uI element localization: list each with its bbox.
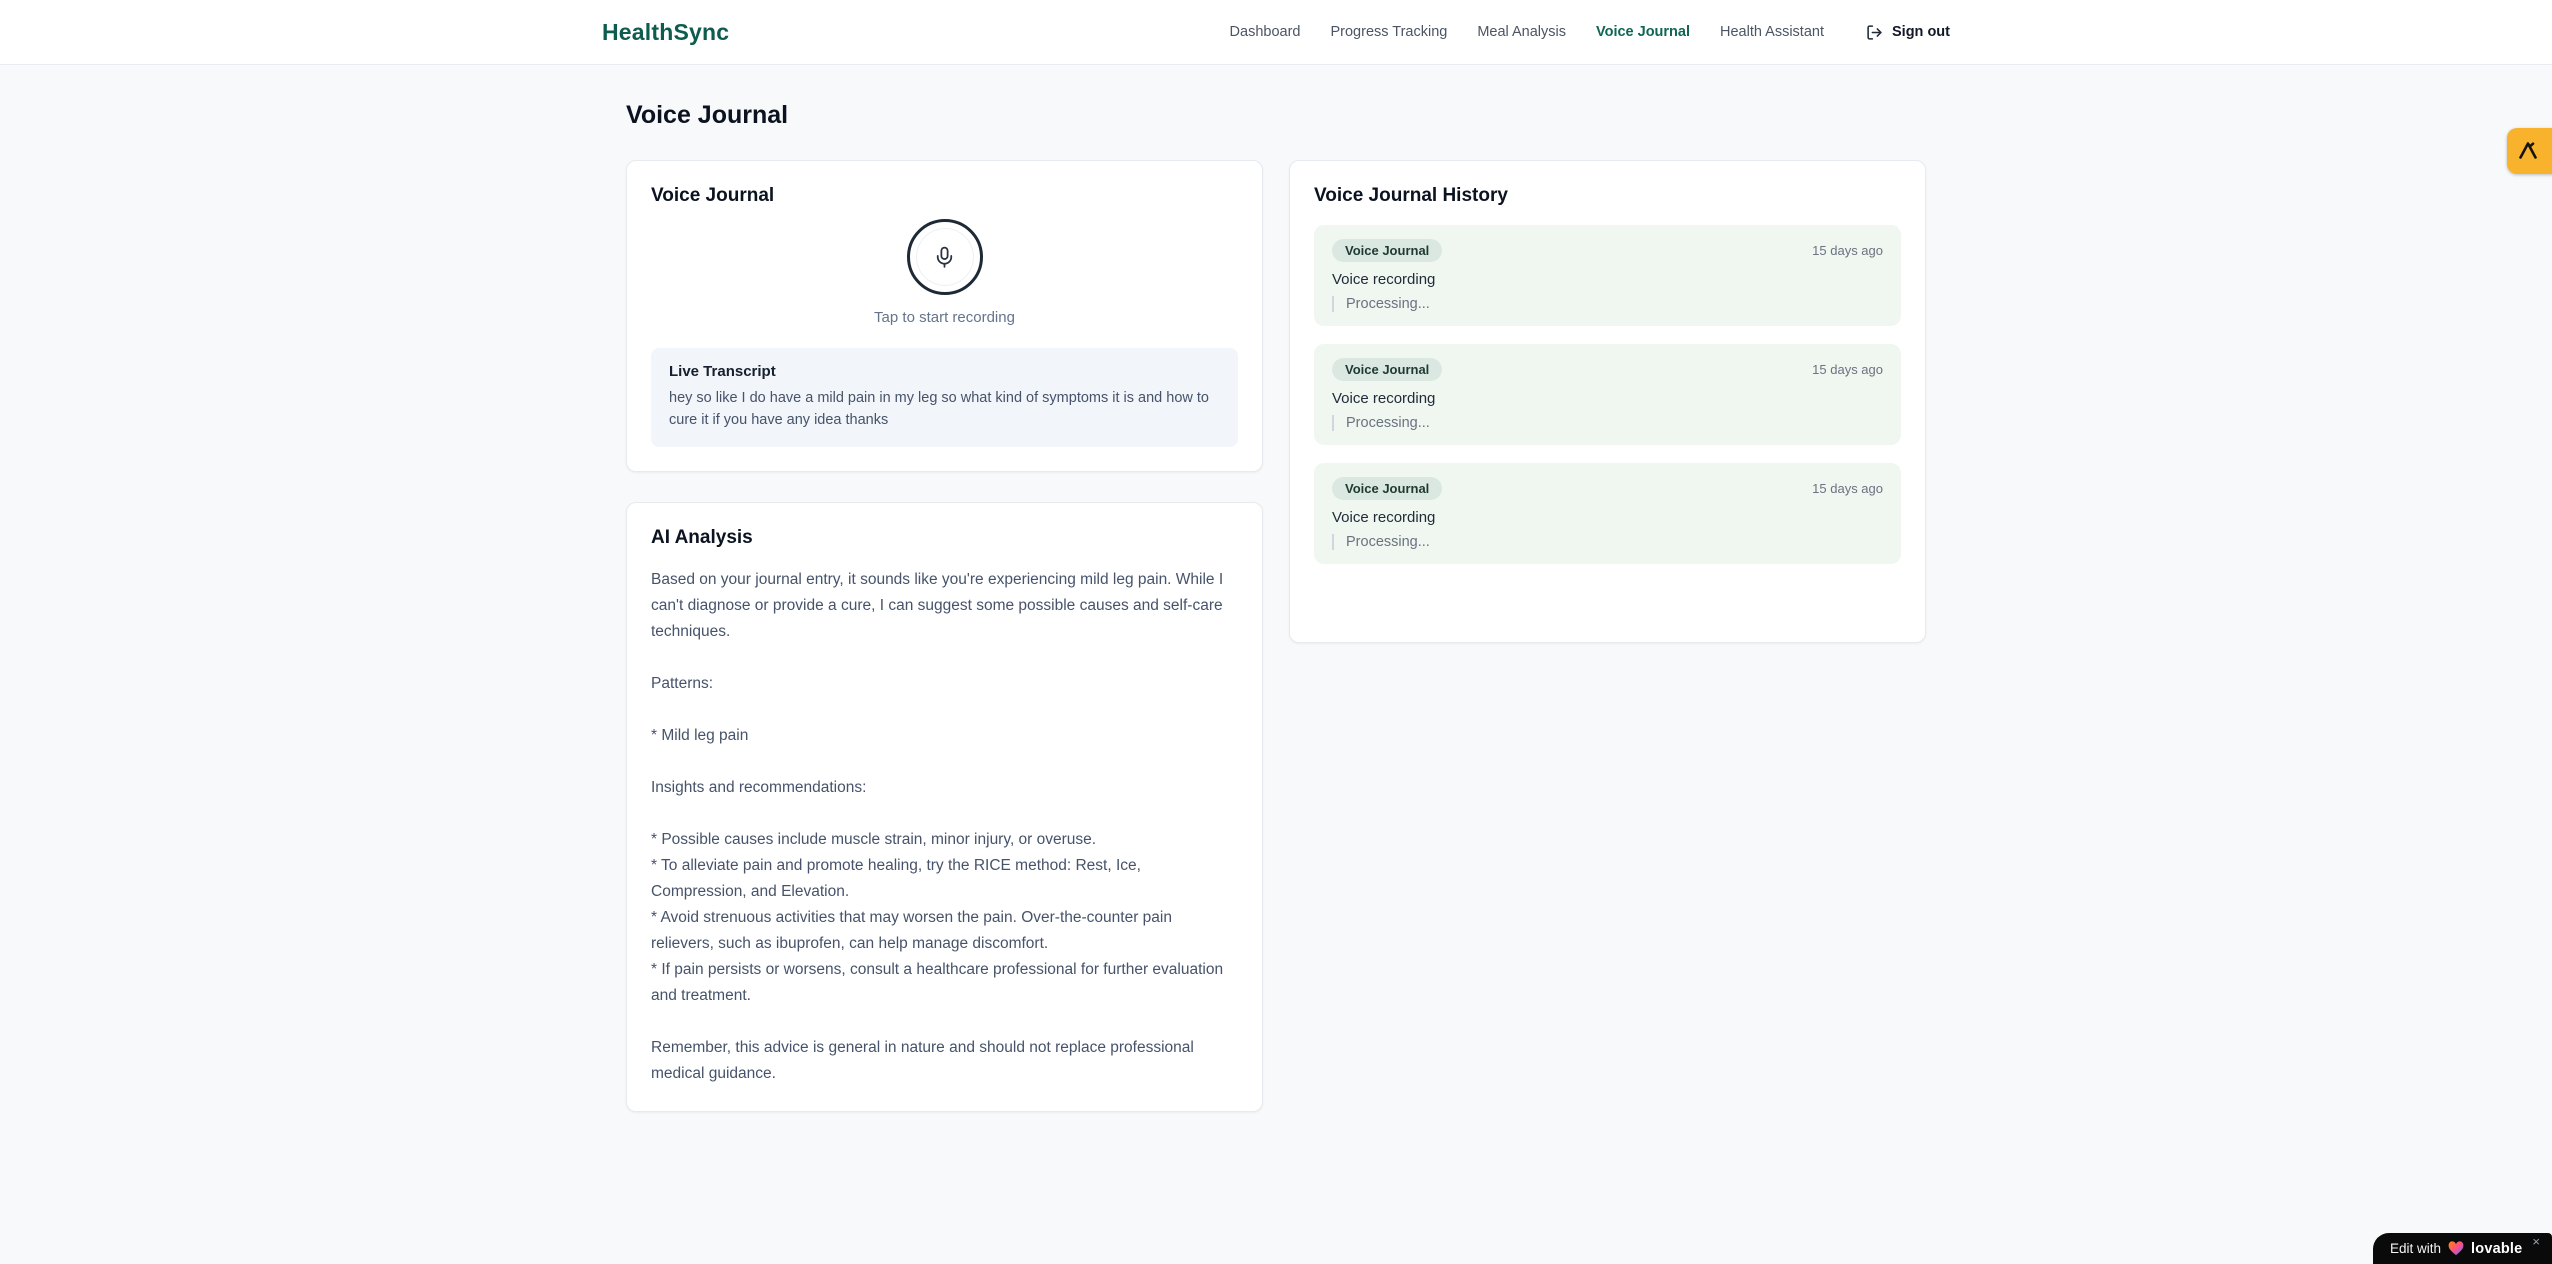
record-button[interactable] <box>906 219 983 295</box>
heart-icon <box>2448 1241 2464 1256</box>
lovable-prefix-label: Edit with <box>2390 1241 2442 1256</box>
entry-timestamp: 15 days ago <box>1812 243 1883 258</box>
entry-timestamp: 15 days ago <box>1812 481 1883 496</box>
lovable-badge[interactable]: Edit with lovable × <box>2373 1233 2552 1264</box>
log-out-icon <box>1867 24 1882 40</box>
live-transcript-text: hey so like I do have a mild pain in my … <box>669 390 1209 428</box>
ai-analysis-body: Based on your journal entry, it sounds l… <box>651 570 1224 1082</box>
left-column: Voice Journal Tap to start recording Liv… <box>626 160 1263 1112</box>
header: HealthSync Dashboard Progress Tracking M… <box>0 0 2552 65</box>
history-item-header: Voice Journal 15 days ago <box>1332 358 1883 381</box>
sign-out-label: Sign out <box>1892 24 1950 40</box>
lovable-brand-label: lovable <box>2471 1240 2523 1257</box>
history-item-header: Voice Journal 15 days ago <box>1332 239 1883 262</box>
recorder-card-title: Voice Journal <box>651 185 775 206</box>
history-card-title: Voice Journal History <box>1314 185 1508 206</box>
history-item-header: Voice Journal 15 days ago <box>1332 477 1883 500</box>
nav-health-assistant[interactable]: Health Assistant <box>1720 24 1824 40</box>
history-item[interactable]: Voice Journal 15 days ago Voice recordin… <box>1314 463 1901 564</box>
microphone-icon <box>936 246 953 268</box>
extension-badge[interactable] <box>2507 128 2552 174</box>
entry-label: Voice recording <box>1332 271 1436 288</box>
history-item[interactable]: Voice Journal 15 days ago Voice recordin… <box>1314 344 1901 445</box>
content-grid: Voice Journal Tap to start recording Liv… <box>626 160 1926 1112</box>
history-item[interactable]: Voice Journal 15 days ago Voice recordin… <box>1314 225 1901 326</box>
header-inner: HealthSync Dashboard Progress Tracking M… <box>602 0 1950 64</box>
nav-meal-analysis[interactable]: Meal Analysis <box>1477 24 1566 40</box>
entry-label: Voice recording <box>1332 390 1436 407</box>
entry-timestamp: 15 days ago <box>1812 362 1883 377</box>
entry-label: Voice recording <box>1332 509 1436 526</box>
entry-status: Processing... <box>1332 415 1883 431</box>
sign-out-button[interactable]: Sign out <box>1866 24 1950 41</box>
entry-type-badge: Voice Journal <box>1332 477 1443 500</box>
mic-section: Tap to start recording <box>651 219 1238 326</box>
page-title: Voice Journal <box>626 101 789 129</box>
entry-type-badge: Voice Journal <box>1332 358 1443 381</box>
ai-analysis-card: AI Analysis Based on your journal entry,… <box>626 501 1263 1112</box>
record-hint: Tap to start recording <box>874 309 1015 326</box>
history-card: Voice Journal History Voice Journal 15 d… <box>1289 160 1926 643</box>
nav-voice-journal[interactable]: Voice Journal <box>1596 24 1690 40</box>
app-logo[interactable]: HealthSync <box>602 19 729 46</box>
entry-status: Processing... <box>1332 534 1883 550</box>
close-icon[interactable]: × <box>2532 1234 2540 1249</box>
live-transcript-title: Live Transcript <box>669 363 776 380</box>
entry-type-badge: Voice Journal <box>1332 239 1443 262</box>
right-column: Voice Journal History Voice Journal 15 d… <box>1289 160 1926 643</box>
nav-progress-tracking[interactable]: Progress Tracking <box>1330 24 1447 40</box>
nav-dashboard[interactable]: Dashboard <box>1230 24 1301 40</box>
main-content: Voice Journal Voice Journal Tap to start… <box>626 65 1926 1112</box>
lambda-logo-icon <box>2519 142 2537 159</box>
live-transcript-box: Live Transcript hey so like I do have a … <box>651 348 1238 447</box>
ai-analysis-title: AI Analysis <box>651 526 753 548</box>
main-nav: Dashboard Progress Tracking Meal Analysi… <box>1230 24 1950 41</box>
entry-status: Processing... <box>1332 296 1883 312</box>
recorder-card: Voice Journal Tap to start recording Liv… <box>626 160 1263 472</box>
